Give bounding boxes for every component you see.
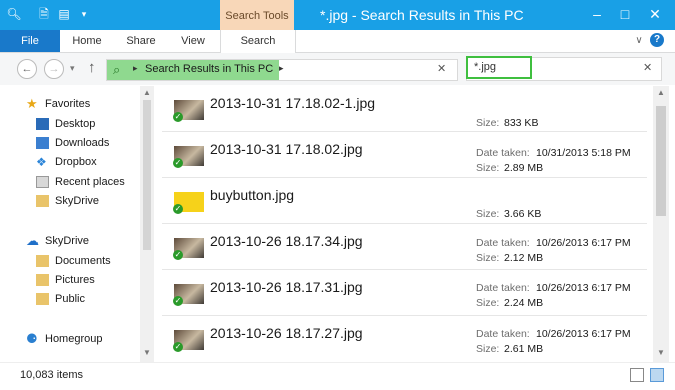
tab-search[interactable]: Search	[220, 30, 296, 53]
size-label: Size:	[476, 208, 500, 220]
desktop-icon	[36, 118, 49, 130]
size-label: Size:	[476, 343, 500, 355]
tab-share[interactable]: Share	[124, 30, 158, 52]
file-name: 2013-10-31 17.18.02-1.jpg	[210, 95, 376, 111]
ribbon-tabs: File Home Share View Search ∨ ?	[0, 30, 675, 53]
properties-icon[interactable]: 🗎	[36, 6, 52, 22]
details-view-icon[interactable]	[630, 368, 644, 382]
date-label: Date taken:	[476, 237, 530, 249]
file-size: 2.24 MB	[504, 297, 544, 309]
breadcrumb-chevron-icon[interactable]: ▸	[279, 63, 284, 74]
collapse-ribbon-icon[interactable]: ∨	[632, 30, 646, 52]
address-bar[interactable]: ⌕ ▸ Search Results in This PC ▸ ✕	[106, 59, 458, 81]
date-label: Date taken:	[476, 328, 530, 340]
large-icons-view-icon[interactable]	[650, 368, 664, 382]
folder-icon	[36, 255, 49, 267]
date-label: Date taken:	[476, 147, 530, 159]
list-item[interactable]: ✓ 2013-10-26 18.17.34.jpg Date taken: 10…	[162, 224, 647, 270]
downloads-icon	[36, 137, 49, 149]
tab-view[interactable]: View	[178, 30, 208, 52]
file-size: 3.66 KB	[504, 208, 542, 220]
scroll-up-icon[interactable]: ▲	[143, 88, 151, 97]
file-name: 2013-10-26 18.17.31.jpg	[210, 279, 363, 295]
date-taken: 10/26/2013 6:17 PM	[536, 237, 631, 249]
file-size: 2.89 MB	[504, 162, 544, 174]
navigation-pane: ★ Favorites Desktop Downloads ❖ Dropbox …	[0, 86, 154, 362]
sync-status-icon: ✓	[173, 296, 183, 306]
sync-status-icon: ✓	[173, 112, 183, 122]
help-icon[interactable]: ?	[650, 33, 664, 47]
recent-locations-chevron-icon[interactable]: ▾	[70, 63, 75, 74]
breadcrumb-separator-icon: ▸	[133, 63, 138, 73]
file-name: 2013-10-31 17.18.02.jpg	[210, 141, 363, 157]
star-icon: ★	[26, 96, 38, 111]
date-label: Date taken:	[476, 282, 530, 294]
search-results-icon: ⌕	[113, 62, 121, 77]
file-size: 833 KB	[504, 117, 539, 129]
breadcrumb[interactable]: Search Results in This PC	[145, 63, 273, 75]
sync-status-icon: ✓	[173, 250, 183, 260]
scroll-down-icon[interactable]: ▼	[657, 348, 665, 357]
window-title: *.jpg - Search Results in This PC	[320, 7, 524, 23]
sync-status-icon: ✓	[173, 342, 183, 352]
file-size: 2.12 MB	[504, 252, 544, 264]
search-tools-context-tab: Search Tools	[220, 0, 294, 30]
folder-icon	[36, 293, 49, 305]
tab-file[interactable]: File	[0, 30, 60, 52]
scroll-up-icon[interactable]: ▲	[657, 88, 665, 97]
results-scrollbar[interactable]: ▲ ▼	[653, 86, 669, 362]
maximize-button[interactable]: □	[613, 4, 637, 24]
scroll-down-icon[interactable]: ▼	[143, 348, 151, 357]
recent-places-icon	[36, 176, 49, 188]
item-count: 10,083 items	[20, 369, 83, 381]
date-taken: 10/31/2013 5:18 PM	[536, 147, 631, 159]
list-item[interactable]: ✓ 2013-10-31 17.18.02-1.jpg Size: 833 KB	[162, 86, 647, 132]
status-bar: 10,083 items	[0, 362, 675, 390]
file-name: 2013-10-26 18.17.34.jpg	[210, 233, 363, 249]
title-bar: 🔍︎ 🗎 ▤ ▾ Search Tools *.jpg - Search Res…	[0, 0, 675, 30]
up-button[interactable]: ↑	[88, 59, 96, 76]
size-label: Size:	[476, 162, 500, 174]
clear-search-icon[interactable]: ✕	[643, 61, 652, 74]
dropbox-icon: ❖	[36, 155, 47, 169]
skydrive-icon	[36, 195, 49, 207]
list-item[interactable]: ✓ buybutton.jpg Size: 3.66 KB	[162, 178, 647, 224]
size-label: Size:	[476, 297, 500, 309]
close-button[interactable]: ✕	[643, 4, 667, 24]
date-taken: 10/26/2013 6:17 PM	[536, 328, 631, 340]
chevron-down-icon[interactable]: ▾	[76, 6, 92, 22]
file-size: 2.61 MB	[504, 343, 544, 355]
size-label: Size:	[476, 252, 500, 264]
sync-status-icon: ✓	[173, 158, 183, 168]
scrollbar-thumb[interactable]	[656, 106, 666, 216]
clear-address-icon[interactable]: ✕	[437, 62, 446, 75]
back-button[interactable]: ←	[17, 59, 37, 79]
minimize-button[interactable]: –	[585, 4, 609, 24]
list-item[interactable]: ✓ 2013-10-26 18.17.27.jpg Date taken: 10…	[162, 316, 647, 361]
search-results-list: ✓ 2013-10-31 17.18.02-1.jpg Size: 833 KB…	[154, 86, 652, 362]
cloud-icon: ☁	[26, 233, 39, 248]
date-taken: 10/26/2013 6:17 PM	[536, 282, 631, 294]
new-folder-icon[interactable]: ▤	[56, 6, 72, 22]
sync-status-icon: ✓	[173, 204, 183, 214]
scrollbar-thumb[interactable]	[143, 100, 151, 250]
folder-icon	[36, 274, 49, 286]
list-item[interactable]: ✓ 2013-10-31 17.18.02.jpg Date taken: 10…	[162, 132, 647, 178]
size-label: Size:	[476, 117, 500, 129]
file-name: 2013-10-26 18.17.27.jpg	[210, 325, 363, 341]
search-input[interactable]: *.jpg	[474, 61, 496, 73]
navigation-bar: ← → ▾ ↑ ⌕ ▸ Search Results in This PC ▸ …	[0, 53, 675, 85]
file-name: buybutton.jpg	[210, 187, 295, 203]
forward-button[interactable]: →	[44, 59, 64, 79]
homegroup-icon: ⚈	[26, 331, 38, 346]
search-icon[interactable]: 🔍︎	[6, 6, 22, 22]
tab-home[interactable]: Home	[72, 30, 102, 52]
list-item[interactable]: ✓ 2013-10-26 18.17.31.jpg Date taken: 10…	[162, 270, 647, 316]
navigation-pane-scrollbar[interactable]: ▲ ▼	[140, 86, 154, 362]
